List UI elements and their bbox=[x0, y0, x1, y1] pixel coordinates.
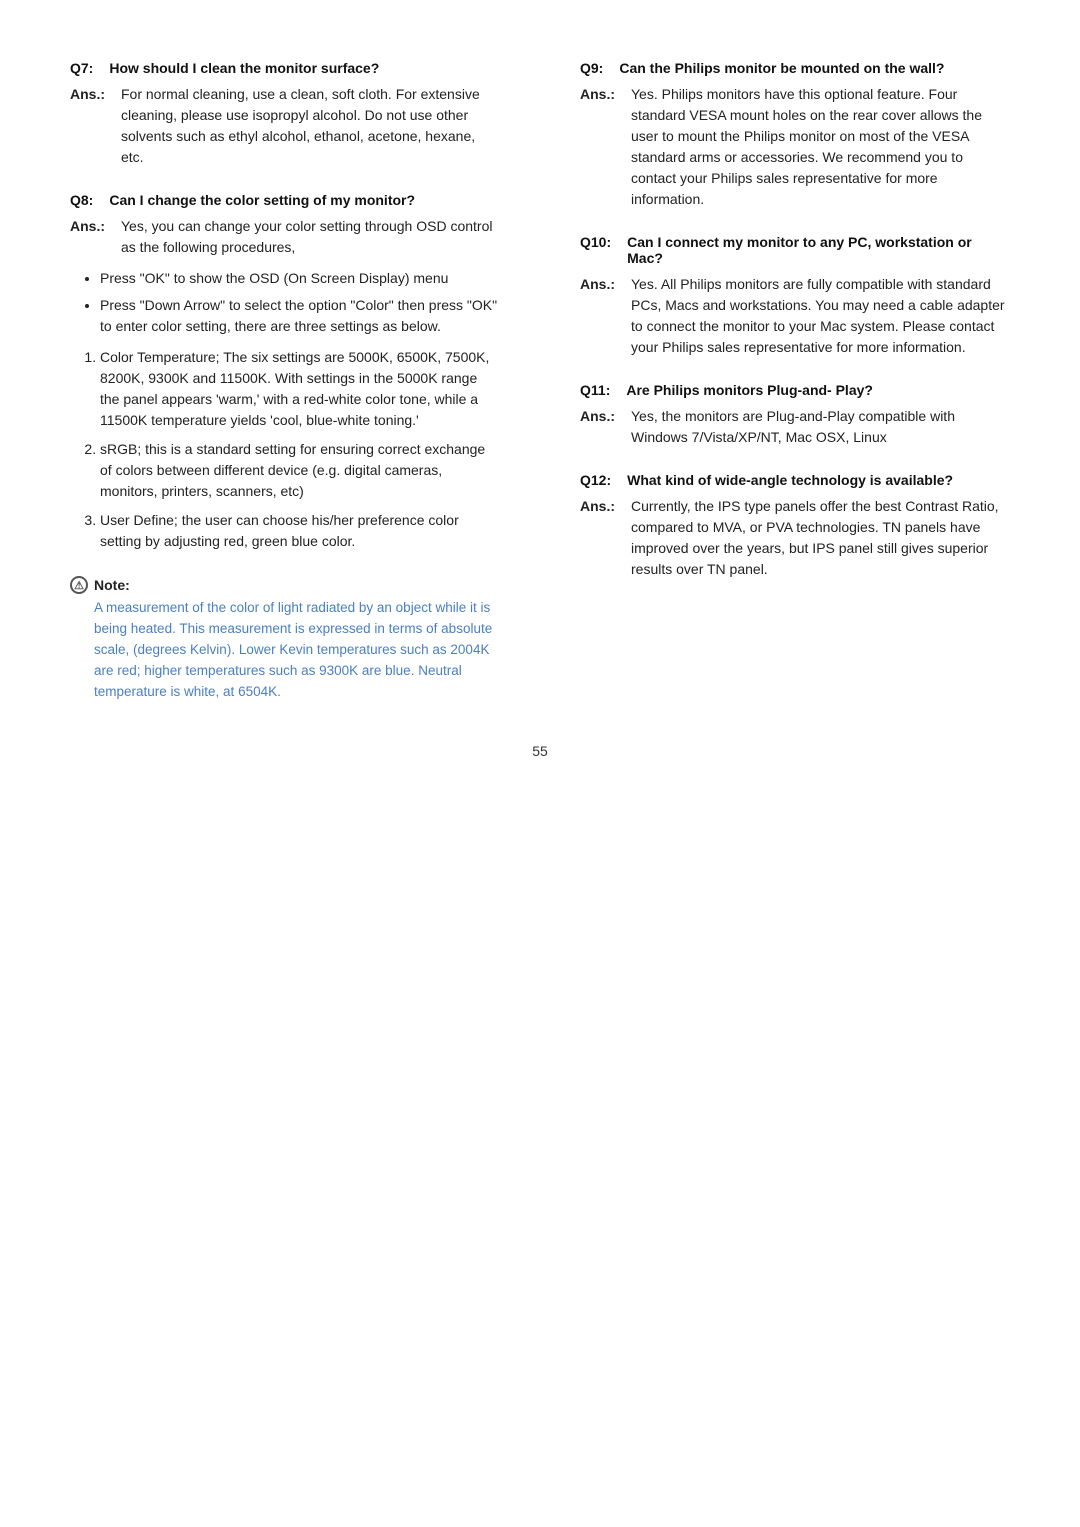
page-container: Q7: How should I clean the monitor surfa… bbox=[0, 0, 1080, 1527]
q12-ans-label: Ans.: bbox=[580, 496, 615, 580]
numbered-item-2: sRGB; this is a standard setting for ens… bbox=[100, 439, 500, 502]
q10-block: Q10: Can I connect my monitor to any PC,… bbox=[580, 234, 1010, 358]
q9-answer: Ans.: Yes. Philips monitors have this op… bbox=[580, 84, 1010, 210]
bullet-item-2: Press "Down Arrow" to select the option … bbox=[100, 295, 500, 337]
bullet-item-1: Press "OK" to show the OSD (On Screen Di… bbox=[100, 268, 500, 289]
q9-text: Can the Philips monitor be mounted on th… bbox=[609, 60, 944, 76]
q11-label: Q11: bbox=[580, 382, 610, 398]
q11-text: Are Philips monitors Plug-and- Play? bbox=[616, 382, 873, 398]
q8-text: Can I change the color setting of my mon… bbox=[99, 192, 415, 208]
q7-ans-label: Ans.: bbox=[70, 84, 105, 168]
q7-question: Q7: How should I clean the monitor surfa… bbox=[70, 60, 500, 76]
numbered-item-3: User Define; the user can choose his/her… bbox=[100, 510, 500, 552]
q7-label: Q7: bbox=[70, 60, 93, 76]
q10-answer: Ans.: Yes. All Philips monitors are full… bbox=[580, 274, 1010, 358]
note-text: A measurement of the color of light radi… bbox=[94, 598, 500, 703]
q11-question: Q11: Are Philips monitors Plug-and- Play… bbox=[580, 382, 1010, 398]
q12-text: What kind of wide-angle technology is av… bbox=[617, 472, 953, 488]
q7-text: How should I clean the monitor surface? bbox=[99, 60, 379, 76]
q10-question: Q10: Can I connect my monitor to any PC,… bbox=[580, 234, 1010, 266]
q12-block: Q12: What kind of wide-angle technology … bbox=[580, 472, 1010, 580]
page-number: 55 bbox=[70, 743, 1010, 759]
two-column-layout: Q7: How should I clean the monitor surfa… bbox=[70, 60, 1010, 703]
q9-question: Q9: Can the Philips monitor be mounted o… bbox=[580, 60, 1010, 76]
left-column: Q7: How should I clean the monitor surfa… bbox=[70, 60, 520, 703]
q12-question: Q12: What kind of wide-angle technology … bbox=[580, 472, 1010, 488]
q9-label: Q9: bbox=[580, 60, 603, 76]
note-icon: ⚠ bbox=[70, 576, 88, 594]
q7-block: Q7: How should I clean the monitor surfa… bbox=[70, 60, 500, 168]
q12-answer: Ans.: Currently, the IPS type panels off… bbox=[580, 496, 1010, 580]
q10-label: Q10: bbox=[580, 234, 611, 266]
q10-ans-label: Ans.: bbox=[580, 274, 615, 358]
q12-ans-text: Currently, the IPS type panels offer the… bbox=[621, 496, 1010, 580]
q8-block: Q8: Can I change the color setting of my… bbox=[70, 192, 500, 552]
q8-question: Q8: Can I change the color setting of my… bbox=[70, 192, 500, 208]
q12-label: Q12: bbox=[580, 472, 611, 488]
note-header: ⚠ Note: bbox=[70, 576, 500, 594]
note-label: Note: bbox=[94, 577, 130, 593]
q9-block: Q9: Can the Philips monitor be mounted o… bbox=[580, 60, 1010, 210]
q11-answer: Ans.: Yes, the monitors are Plug-and-Pla… bbox=[580, 406, 1010, 448]
q11-block: Q11: Are Philips monitors Plug-and- Play… bbox=[580, 382, 1010, 448]
bullet-list: Press "OK" to show the OSD (On Screen Di… bbox=[100, 268, 500, 337]
q9-ans-text: Yes. Philips monitors have this optional… bbox=[621, 84, 1010, 210]
q9-ans-label: Ans.: bbox=[580, 84, 615, 210]
q8-ans-label: Ans.: bbox=[70, 216, 105, 258]
q10-text: Can I connect my monitor to any PC, work… bbox=[617, 234, 1010, 266]
q10-ans-text: Yes. All Philips monitors are fully comp… bbox=[621, 274, 1010, 358]
q7-answer: Ans.: For normal cleaning, use a clean, … bbox=[70, 84, 500, 168]
note-block: ⚠ Note: A measurement of the color of li… bbox=[70, 576, 500, 703]
right-column: Q9: Can the Philips monitor be mounted o… bbox=[560, 60, 1010, 703]
numbered-item-1: Color Temperature; The six settings are … bbox=[100, 347, 500, 431]
numbered-list: Color Temperature; The six settings are … bbox=[100, 347, 500, 552]
q11-ans-text: Yes, the monitors are Plug-and-Play comp… bbox=[621, 406, 1010, 448]
q7-ans-text: For normal cleaning, use a clean, soft c… bbox=[111, 84, 500, 168]
q8-ans-text: Yes, you can change your color setting t… bbox=[111, 216, 500, 258]
q11-ans-label: Ans.: bbox=[580, 406, 615, 448]
q8-label: Q8: bbox=[70, 192, 93, 208]
q8-answer: Ans.: Yes, you can change your color set… bbox=[70, 216, 500, 258]
